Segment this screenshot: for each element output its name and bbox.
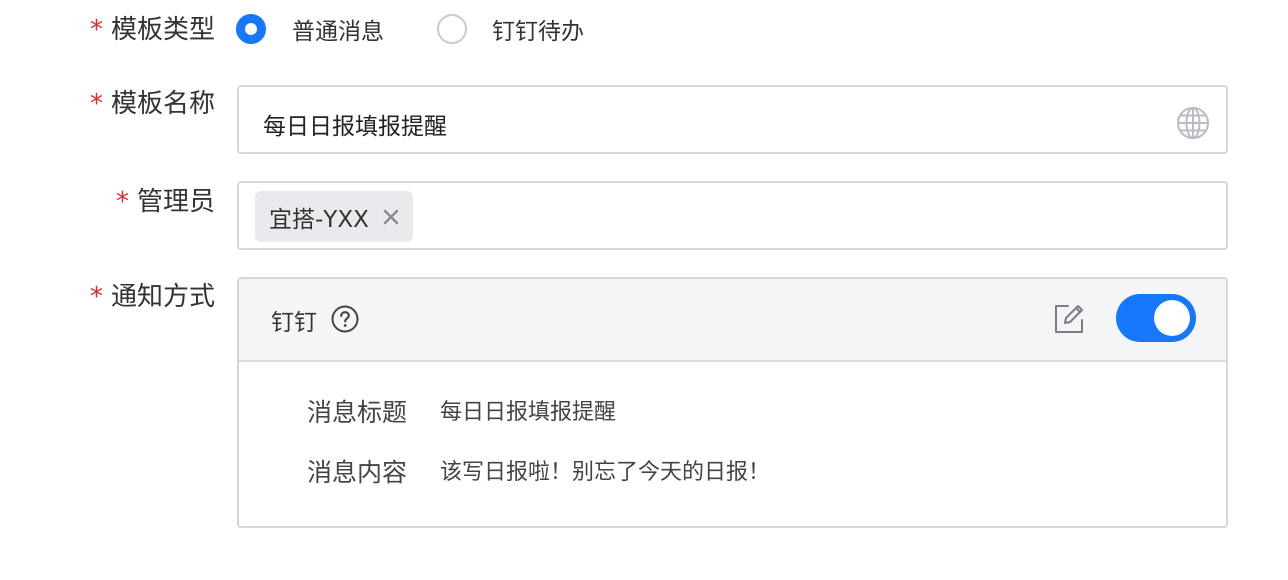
notify-enable-toggle[interactable] <box>1116 294 1196 342</box>
radio-dingtalk-todo[interactable]: 钉钉待办 <box>437 12 584 46</box>
radio-dingtalk-todo-label: 钉钉待办 <box>492 19 584 45</box>
globe-icon[interactable] <box>1176 106 1210 140</box>
message-content-label: 消息内容 <box>307 458 408 487</box>
channel-title: 钉钉 <box>271 310 317 336</box>
notify-panel-header: 钉钉 <box>239 279 1226 362</box>
radio-checked-icon <box>236 14 266 44</box>
required-mark: * <box>89 89 103 119</box>
notify-panel: 钉钉 消息标题 每日日报填报提醒 消息内容 该写日报啦！别忘了今天的日报！ <box>237 277 1228 528</box>
message-title-label: 消息标题 <box>307 398 408 427</box>
message-title-value: 每日日报填报提醒 <box>440 400 617 425</box>
template-name-input[interactable]: 每日日报填报提醒 <box>237 85 1228 154</box>
template-type-label: * 模板类型 <box>89 15 215 45</box>
radio-normal-message-label: 普通消息 <box>292 19 384 45</box>
notify-method-label: * 通知方式 <box>89 282 215 312</box>
admin-select[interactable]: 宜搭-YXX <box>237 181 1228 250</box>
toggle-knob <box>1154 300 1190 336</box>
question-circle-icon[interactable] <box>331 305 359 333</box>
required-mark: * <box>89 282 103 312</box>
required-mark: * <box>115 187 129 217</box>
admin-tag-label: 宜搭-YXX <box>269 206 369 233</box>
edit-icon[interactable] <box>1052 302 1086 336</box>
required-mark: * <box>89 15 103 45</box>
close-icon[interactable] <box>383 209 399 225</box>
message-content-value: 该写日报啦！别忘了今天的日报！ <box>440 460 771 485</box>
radio-unchecked-icon <box>437 14 467 44</box>
admin-label: * 管理员 <box>115 187 215 217</box>
radio-normal-message[interactable]: 普通消息 <box>236 12 384 46</box>
template-name-value: 每日日报填报提醒 <box>263 114 447 140</box>
template-name-label: * 模板名称 <box>89 89 215 119</box>
admin-tag: 宜搭-YXX <box>255 191 413 242</box>
